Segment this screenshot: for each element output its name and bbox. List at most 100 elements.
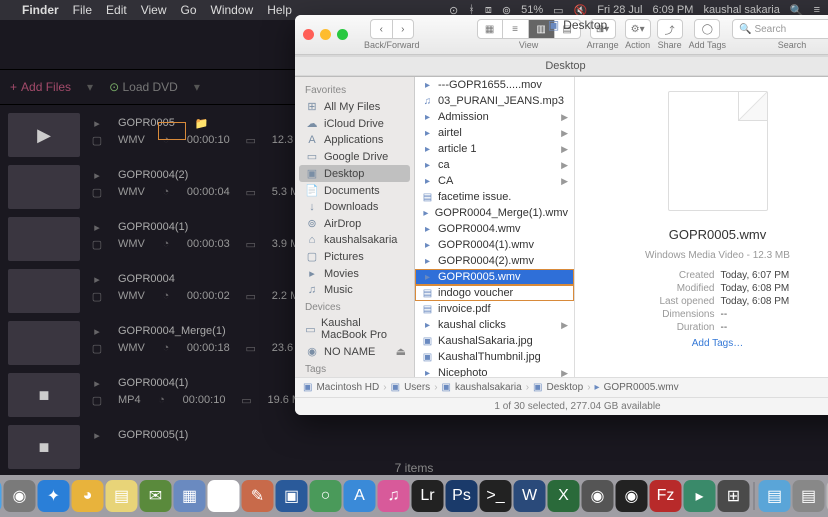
dock-app[interactable]: ◉ — [616, 480, 648, 512]
menu-window[interactable]: Window — [211, 3, 254, 17]
menu-file[interactable]: File — [73, 3, 92, 17]
file-row[interactable]: ▸GOPR0004(2).wmv — [415, 253, 574, 269]
tab-desktop[interactable]: Desktop — [295, 57, 828, 75]
path-segment[interactable]: Users — [404, 382, 430, 393]
file-row[interactable]: ▸GOPR0004(1).wmv — [415, 237, 574, 253]
path-segment[interactable]: Desktop — [547, 382, 584, 393]
column-files[interactable]: ▸---GOPR1655.....mov♫03_PURANI_JEANS.mp3… — [415, 77, 575, 377]
dock-app[interactable]: ⊞ — [718, 480, 750, 512]
dock-app[interactable]: Ps — [446, 480, 478, 512]
dock-app[interactable]: 28 — [208, 480, 240, 512]
load-dvd-button[interactable]: Load DVD — [109, 80, 178, 94]
sidebar-device[interactable]: ◉NO NAME⏏ — [295, 343, 414, 360]
sidebar-item[interactable]: ♫Music — [295, 282, 414, 298]
zoom-button[interactable] — [337, 29, 348, 40]
dock-app[interactable]: ◕ — [72, 480, 104, 512]
file-row[interactable]: ▸GOPR0005.wmv — [415, 269, 574, 285]
file-row[interactable]: ▸Admission▶ — [415, 109, 574, 125]
dock-app[interactable]: ▦ — [174, 480, 206, 512]
file-row[interactable]: ▤indogo voucher — [415, 285, 574, 301]
thumbnail — [8, 165, 80, 209]
addtags-button[interactable]: ◯ — [694, 19, 720, 39]
view-list[interactable]: ≡ — [503, 19, 529, 39]
clock-icon: ◔ — [159, 237, 173, 251]
dock-app[interactable]: ▤ — [106, 480, 138, 512]
app-menu[interactable]: Finder — [22, 3, 59, 17]
dock-app[interactable]: ◉ — [4, 480, 36, 512]
sidebar-item[interactable]: AApplications — [295, 132, 414, 148]
forward-button[interactable]: › — [392, 19, 414, 39]
sidebar-item[interactable]: ▸Movies — [295, 265, 414, 282]
view-icon[interactable]: ▦ — [477, 19, 503, 39]
sidebar-item[interactable]: ▣Desktop — [299, 165, 410, 182]
add-tags-link[interactable]: Add Tags… — [692, 338, 744, 349]
dock-app[interactable]: Lr — [412, 480, 444, 512]
sidebar-item[interactable]: ▭Google Drive — [295, 148, 414, 165]
dock-app[interactable]: ✎ — [242, 480, 274, 512]
dock-item[interactable]: ▤ — [759, 480, 791, 512]
sidebar-icon: ↓ — [305, 201, 319, 213]
file-row[interactable]: ▸ca▶ — [415, 157, 574, 173]
file-name: GOPR0004.wmv — [438, 223, 521, 235]
sidebar-item[interactable]: ↓Downloads — [295, 199, 414, 215]
dock-app[interactable]: ✦ — [38, 480, 70, 512]
eject-icon[interactable]: ⏏ — [396, 345, 406, 358]
dock-app[interactable]: ○ — [310, 480, 342, 512]
clock-icon: ◔ — [159, 289, 173, 303]
share-button[interactable]: ⤴ — [657, 19, 683, 39]
file-row[interactable]: ▸CA▶ — [415, 173, 574, 189]
folder-icon[interactable]: 📁 — [195, 117, 209, 130]
file-icon — [668, 91, 768, 211]
window-controls — [303, 29, 348, 40]
file-row[interactable]: ▣KaushalThumbnil.jpg — [415, 349, 574, 365]
path-bar[interactable]: ▣Macintosh HD›▣Users›▣kaushalsakaria›▣De… — [295, 377, 828, 397]
sidebar-item[interactable]: ⊚AirDrop — [295, 215, 414, 232]
file-row[interactable]: ▣KaushalSakaria.jpg — [415, 333, 574, 349]
dock-app[interactable]: ♫ — [378, 480, 410, 512]
sidebar-item[interactable]: 📄Documents — [295, 182, 414, 199]
menu-view[interactable]: View — [141, 3, 167, 17]
sidebar-item[interactable]: ▢Pictures — [295, 248, 414, 265]
sidebar-item[interactable]: ☁iCloud Drive — [295, 115, 414, 132]
search-input[interactable]: 🔍Search — [732, 19, 828, 39]
dock-app[interactable]: Fz — [650, 480, 682, 512]
path-segment[interactable]: kaushalsakaria — [455, 382, 522, 393]
path-segment[interactable]: GOPR0005.wmv — [604, 382, 679, 393]
menu-help[interactable]: Help — [267, 3, 292, 17]
dock-item[interactable]: ▤ — [793, 480, 825, 512]
file-row[interactable]: ▸---GOPR1655.....mov — [415, 77, 574, 93]
dock-app[interactable]: ◉ — [582, 480, 614, 512]
dock-app[interactable]: ✉ — [140, 480, 172, 512]
menu-edit[interactable]: Edit — [106, 3, 127, 17]
file-row[interactable]: ▤facetime issue. — [415, 189, 574, 205]
file-row[interactable]: ▸Nicephoto▶ — [415, 365, 574, 377]
action-button[interactable]: ⚙▾ — [625, 19, 651, 39]
close-button[interactable] — [303, 29, 314, 40]
file-row[interactable]: ▸kaushal clicks▶ — [415, 317, 574, 333]
format: WMV — [118, 186, 145, 198]
dock-app[interactable]: W — [514, 480, 546, 512]
back-button[interactable]: ‹ — [370, 19, 392, 39]
device-label: Kaushal MacBook Pro — [321, 317, 406, 341]
sidebar-item[interactable]: ⊞All My Files — [295, 98, 414, 115]
dock-app[interactable]: ▣ — [276, 480, 308, 512]
add-files-button[interactable]: Add Files — [10, 80, 71, 94]
dock-app[interactable]: A — [344, 480, 376, 512]
format-icon: ▢ — [90, 237, 104, 251]
menu-go[interactable]: Go — [181, 3, 197, 17]
sidebar-device[interactable]: ▭Kaushal MacBook Pro — [295, 315, 414, 343]
file-row[interactable]: ♫03_PURANI_JEANS.mp3 — [415, 93, 574, 109]
dock-app[interactable]: ☺ — [0, 480, 2, 512]
sidebar-item[interactable]: ⌂kaushalsakaria — [295, 232, 414, 248]
dock-app[interactable]: ▸ — [684, 480, 716, 512]
minimize-button[interactable] — [320, 29, 331, 40]
path-segment[interactable]: Macintosh HD — [316, 382, 379, 393]
sidebar-icon: ▢ — [305, 250, 319, 263]
file-row[interactable]: ▤invoice.pdf — [415, 301, 574, 317]
file-row[interactable]: ▸airtel▶ — [415, 125, 574, 141]
file-row[interactable]: ▸GOPR0004.wmv — [415, 221, 574, 237]
file-row[interactable]: ▸GOPR0004_Merge(1).wmv — [415, 205, 574, 221]
dock-app[interactable]: X — [548, 480, 580, 512]
dock-app[interactable]: >_ — [480, 480, 512, 512]
file-row[interactable]: ▸article 1▶ — [415, 141, 574, 157]
